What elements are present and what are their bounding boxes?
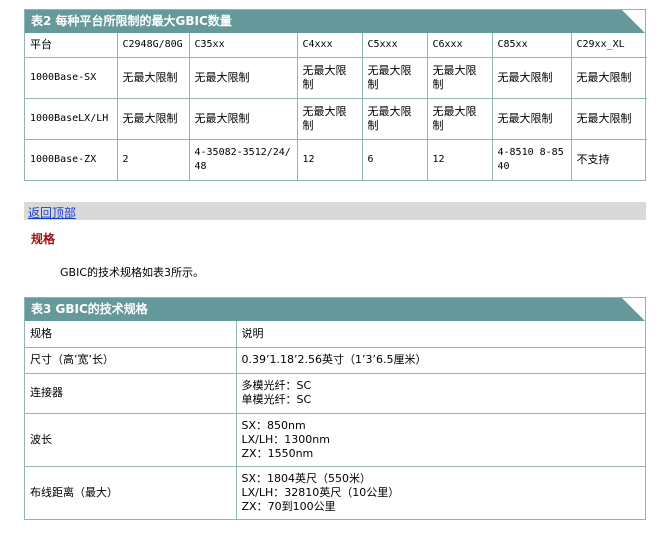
- table2-cell: 无最大限制: [570, 97, 647, 140]
- desc-line: 单模光纤：SC: [241, 393, 312, 406]
- page: 表2 每种平台所限制的最大GBIC数量 平台 C2948G/80G C35xx …: [0, 0, 662, 542]
- table2-cell: 无最大限制: [491, 97, 572, 140]
- table3-desc-cell: 0.39’1.18’2.56英寸（1’3’6.5厘米）: [235, 346, 645, 374]
- table2-header-row: 平台 C2948G/80G C35xx C4xxx C5xxx C6xxx C8…: [25, 33, 647, 58]
- table-row: 连接器 多模光纤：SC 单模光纤：SC: [25, 372, 645, 414]
- table2-cell: 无最大限制: [426, 56, 493, 99]
- back-to-top-link[interactable]: 返回顶部: [28, 204, 76, 222]
- table2-header-cell: 平台: [25, 33, 118, 58]
- table3-spec-cell: 波长: [25, 412, 237, 467]
- table3-title: 表3 GBIC的技术规格: [31, 302, 148, 316]
- table3-spec-cell: 布线距离（最大）: [25, 465, 237, 519]
- desc-line: 多模光纤：SC: [241, 379, 312, 392]
- table2: 平台 C2948G/80G C35xx C4xxx C5xxx C6xxx C8…: [25, 33, 647, 180]
- table2-header-cell: C85xx: [491, 33, 572, 58]
- table2-cell: 无最大限制: [116, 97, 190, 140]
- table2-cell: 12: [426, 138, 493, 180]
- table2-cell: 无最大限制: [491, 56, 572, 99]
- table2-cell: 4-8510 8-8540: [491, 138, 572, 180]
- table2-title-bar: 表2 每种平台所限制的最大GBIC数量: [25, 10, 645, 33]
- table2-box: 表2 每种平台所限制的最大GBIC数量 平台 C2948G/80G C35xx …: [24, 9, 647, 181]
- table3-desc-cell: 多模光纤：SC 单模光纤：SC: [235, 372, 645, 414]
- desc-line: SX：1804英尺（550米）: [241, 471, 372, 485]
- table2-cell: 无最大限制: [361, 97, 428, 140]
- table3-header-cell: 说明: [235, 321, 645, 348]
- title-corner-notch: [622, 10, 645, 33]
- table-row: 布线距离（最大） SX：1804英尺（550米） LX/LH：32810英尺（1…: [25, 465, 645, 519]
- table2-cell: 无最大限制: [361, 56, 428, 99]
- table2-title: 表2 每种平台所限制的最大GBIC数量: [31, 14, 232, 28]
- desc-line: ZX：70到100公里: [241, 499, 336, 513]
- table3-spec-cell: 尺寸（高’宽’长）: [25, 346, 237, 374]
- section-title: 规格: [31, 232, 56, 246]
- table2-cell: 4-35082-3512/24/48: [188, 138, 298, 180]
- desc-line: LX/LH：32810英尺（10公里）: [241, 485, 400, 499]
- table3-title-bar: 表3 GBIC的技术规格: [25, 298, 645, 321]
- title-corner-notch: [622, 298, 645, 321]
- table-row: 1000BaseLX/LH 无最大限制 无最大限制 无最大限制 无最大限制 无最…: [25, 97, 647, 140]
- table3-desc-cell: SX：850nm LX/LH：1300nm ZX：1550nm: [235, 412, 645, 467]
- table2-header-cell: C5xxx: [361, 33, 428, 58]
- table2-header-cell: C29xx_XL: [570, 33, 647, 58]
- table2-cell: 无最大限制: [188, 97, 298, 140]
- table2-cell: 无最大限制: [296, 97, 363, 140]
- table-row: 1000Base-SX 无最大限制 无最大限制 无最大限制 无最大限制 无最大限…: [25, 56, 647, 99]
- table-row: 尺寸（高’宽’长） 0.39’1.18’2.56英寸（1’3’6.5厘米）: [25, 346, 645, 374]
- desc-line: LX/LH：1300nm: [241, 432, 330, 446]
- desc-line: 0.39’1.18’2.56英寸（1’3’6.5厘米）: [241, 353, 427, 366]
- table2-cell: 12: [296, 138, 363, 180]
- table2-header-cell: C35xx: [188, 33, 298, 58]
- back-to-top-bar: 返回顶部: [24, 202, 646, 220]
- table2-cell: 无最大限制: [116, 56, 190, 99]
- desc-line: SX：850nm: [241, 418, 306, 432]
- table2-cell: 1000BaseLX/LH: [25, 97, 118, 140]
- table2-cell: 无最大限制: [426, 97, 493, 140]
- table2-cell: 无最大限制: [188, 56, 298, 99]
- table2-cell: 1000Base-SX: [25, 56, 118, 99]
- table3-spec-cell: 连接器: [25, 372, 237, 414]
- table2-header-cell: C2948G/80G: [116, 33, 190, 58]
- table-row: 波长 SX：850nm LX/LH：1300nm ZX：1550nm: [25, 412, 645, 467]
- table2-cell: 无最大限制: [296, 56, 363, 99]
- table3-header-row: 规格 说明: [25, 321, 645, 348]
- table2-cell: 1000Base-ZX: [25, 138, 118, 180]
- table3-header-cell: 规格: [25, 321, 237, 348]
- table2-header-cell: C4xxx: [296, 33, 363, 58]
- table3: 规格 说明 尺寸（高’宽’长） 0.39’1.18’2.56英寸（1’3’6.5…: [25, 321, 645, 519]
- table2-cell: 2: [116, 138, 190, 180]
- desc-line: ZX：1550nm: [241, 446, 314, 460]
- table2-cell: 不支持: [570, 138, 647, 180]
- intro-paragraph: GBIC的技术规格如表3所示。: [60, 266, 204, 279]
- table2-cell: 6: [361, 138, 428, 180]
- table3-box: 表3 GBIC的技术规格 规格 说明 尺寸（高’宽’长） 0.39’1.18’2…: [24, 297, 646, 520]
- table3-desc-cell: SX：1804英尺（550米） LX/LH：32810英尺（10公里） ZX：7…: [235, 465, 645, 519]
- table2-header-cell: C6xxx: [426, 33, 493, 58]
- table-row: 1000Base-ZX 2 4-35082-3512/24/48 12 6 12…: [25, 138, 647, 180]
- table2-cell: 无最大限制: [570, 56, 647, 99]
